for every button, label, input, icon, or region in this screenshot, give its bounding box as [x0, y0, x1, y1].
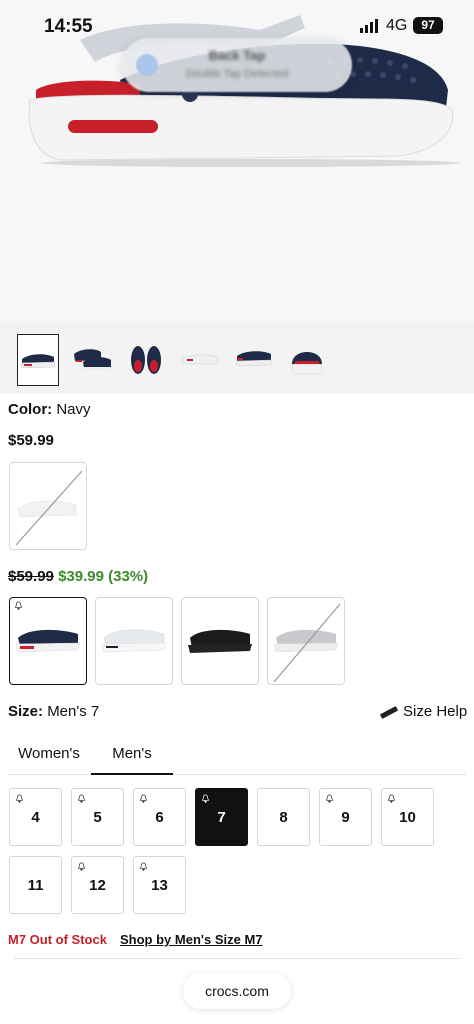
- size-option-label: 6: [155, 809, 164, 826]
- size-option-10[interactable]: 10: [381, 788, 434, 846]
- color-swatch-navy[interactable]: [9, 597, 87, 685]
- size-option-9[interactable]: 9: [319, 788, 372, 846]
- size-option-11[interactable]: 11: [9, 856, 62, 914]
- size-value: Men's 7: [47, 703, 100, 720]
- size-option-12[interactable]: 12: [71, 856, 124, 914]
- status-bar: 14:55 4G 97: [0, 0, 474, 52]
- original-price: $59.99: [8, 568, 54, 585]
- bell-icon: [77, 862, 86, 871]
- thumbnail-pair-view[interactable]: [71, 334, 113, 386]
- size-option-label: 11: [27, 877, 44, 894]
- clog-pair-icon: [74, 349, 111, 370]
- bell-icon: [77, 794, 86, 803]
- clog-sole-icon: [181, 354, 219, 365]
- bell-icon: [201, 794, 210, 803]
- size-help-link[interactable]: Size Help: [379, 703, 468, 720]
- shop-by-size-link[interactable]: Shop by Men's Size M7: [120, 932, 263, 947]
- tab-mens[interactable]: Men's: [91, 745, 173, 775]
- size-option-label: 9: [341, 809, 350, 826]
- clog-thumbnail-icon: [20, 354, 56, 369]
- divider: [14, 958, 460, 959]
- size-option-label: 4: [31, 809, 40, 826]
- sale-price-row: $59.99 $39.99 (33%): [8, 568, 148, 585]
- color-swatch-white[interactable]: [95, 597, 173, 685]
- color-swatch-gray-unavailable[interactable]: [267, 597, 345, 685]
- navy-clog-icon: [15, 629, 81, 653]
- network-type: 4G: [386, 17, 408, 34]
- color-swatch-white-unavailable[interactable]: [9, 462, 87, 550]
- out-of-stock-message: M7 Out of Stock: [8, 932, 107, 947]
- size-option-label: 13: [151, 877, 168, 894]
- bell-icon: [139, 794, 148, 803]
- thumbnail-side-view-2[interactable]: [233, 334, 275, 386]
- size-help-label: Size Help: [403, 703, 468, 720]
- bell-icon: [139, 862, 148, 871]
- clog-side-icon: [235, 351, 273, 367]
- size-option-label: 7: [217, 809, 226, 826]
- size-option-6[interactable]: 6: [133, 788, 186, 846]
- clog-top-icon: [131, 346, 161, 374]
- white-clog-icon: [101, 629, 167, 653]
- thumbnail-side-view[interactable]: [17, 334, 59, 386]
- thumbnail-strip: [0, 322, 474, 394]
- thumbnail-sole-view[interactable]: [179, 334, 221, 386]
- bell-icon: [325, 794, 334, 803]
- browser-url-bar[interactable]: crocs.com: [183, 973, 291, 1009]
- thumbnail-back-view[interactable]: [286, 334, 328, 386]
- black-clog-icon: [188, 629, 252, 653]
- gray-clog-unavailable-icon: [273, 603, 341, 683]
- size-option-7[interactable]: 7: [195, 788, 248, 846]
- size-option-13[interactable]: 13: [133, 856, 186, 914]
- bell-icon: [14, 601, 23, 610]
- size-label: Size: Men's 7: [8, 703, 99, 720]
- size-option-label: 10: [399, 809, 416, 826]
- battery-icon: 97: [413, 17, 443, 34]
- color-label-key: Color:: [8, 401, 53, 418]
- banner-subtitle: Double Tap Detected: [185, 68, 289, 80]
- size-option-5[interactable]: 5: [71, 788, 124, 846]
- product-price: $59.99: [8, 432, 54, 449]
- thumbnail-top-view[interactable]: [125, 334, 167, 386]
- unavailable-slash-icon: [15, 470, 83, 546]
- status-time: 14:55: [44, 16, 93, 37]
- ruler-icon: [379, 705, 399, 719]
- size-option-8[interactable]: 8: [257, 788, 310, 846]
- size-option-label: 12: [89, 877, 106, 894]
- gender-tabs: Women's Men's: [8, 735, 466, 775]
- signal-icon: [360, 19, 378, 33]
- color-value: Navy: [56, 401, 91, 418]
- bell-icon: [15, 794, 24, 803]
- discount-percent: (33%): [108, 568, 149, 585]
- size-option-4[interactable]: 4: [9, 788, 62, 846]
- clog-back-icon: [291, 352, 323, 375]
- size-option-label: 5: [93, 809, 102, 826]
- size-label-key: Size:: [8, 703, 44, 720]
- tab-womens[interactable]: Women's: [8, 745, 90, 775]
- bell-icon: [387, 794, 396, 803]
- color-swatch-black[interactable]: [181, 597, 259, 685]
- sale-price: $39.99: [58, 568, 104, 585]
- size-option-label: 8: [279, 809, 288, 826]
- color-label: Color: Navy: [8, 401, 91, 418]
